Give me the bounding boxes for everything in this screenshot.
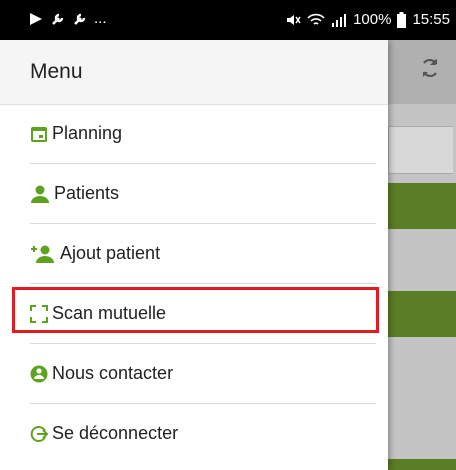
drawer-title: Menu: [30, 60, 83, 83]
battery-percentage: 100%: [353, 11, 392, 28]
scan-icon: [30, 304, 48, 323]
menu-item-label: Ajout patient: [60, 243, 161, 263]
calendar-icon: [31, 126, 47, 142]
menu-item-scan-mutuelle[interactable]: Scan mutuelle: [30, 284, 376, 344]
menu-item-label: Se déconnecter: [52, 423, 179, 443]
person-icon: [31, 185, 49, 203]
navigation-drawer: Menu Planning Patients Ajout patient Sca…: [0, 40, 388, 470]
status-bar: ... 100% 15:55: [0, 0, 456, 40]
menu-item-planning[interactable]: Planning: [30, 104, 376, 164]
refresh-icon[interactable]: [418, 56, 442, 80]
menu-item-se-deconnecter[interactable]: Se déconnecter: [30, 404, 376, 463]
notification-icons: ...: [28, 10, 107, 28]
battery-icon: [397, 11, 407, 28]
logout-icon: [30, 425, 48, 442]
app-list-stripe: [388, 459, 456, 470]
menu-item-label: Nous contacter: [52, 363, 174, 383]
app-list-stripe: [388, 291, 456, 337]
clock: 15:55: [412, 11, 450, 28]
mute-icon: [287, 14, 301, 25]
overflow-indicator: ...: [94, 10, 107, 27]
system-icons: 100% 15:55: [285, 11, 450, 28]
person-add-icon: [31, 245, 54, 263]
info-icon: [30, 365, 48, 382]
menu-item-nous-contacter[interactable]: Nous contacter: [30, 344, 376, 404]
play-store-icon: [30, 13, 42, 25]
wrench-icon: [52, 13, 64, 25]
menu-item-patients[interactable]: Patients: [30, 164, 376, 224]
menu-item-ajout-patient[interactable]: Ajout patient: [30, 224, 376, 284]
menu-item-label: Planning: [52, 123, 123, 143]
menu-item-label: Scan mutuelle: [52, 303, 167, 323]
app-list-stripe: [388, 183, 456, 229]
wifi-icon: [307, 13, 325, 25]
menu-item-label: Patients: [54, 183, 120, 203]
app-search-card: [388, 126, 453, 174]
drawer-header: Menu: [0, 40, 388, 105]
signal-icon: [332, 13, 347, 27]
wrench-icon: [74, 13, 86, 25]
